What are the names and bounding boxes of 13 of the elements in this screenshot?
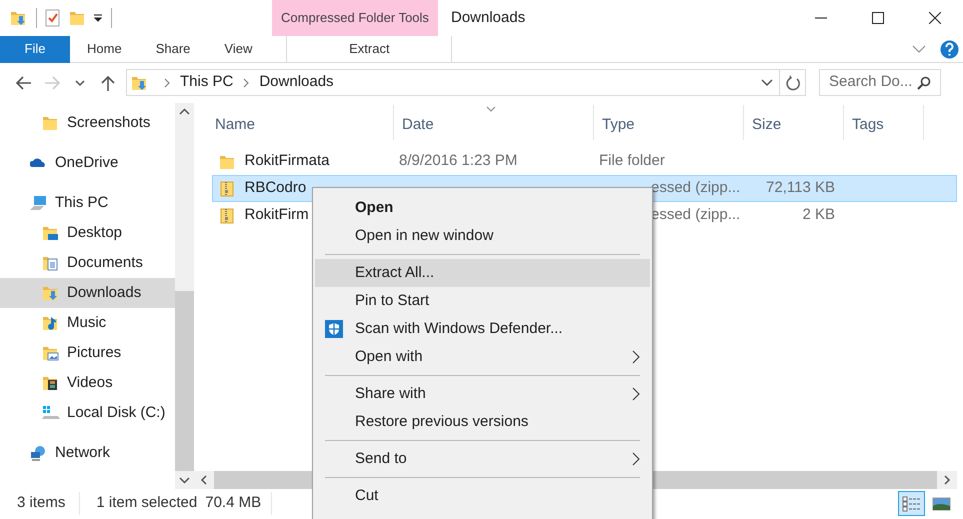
file-name: RokitFirmata (244, 151, 330, 172)
file-name: RBCodro (244, 178, 306, 198)
type-cell: essed (zipp... (651, 179, 740, 196)
type-cell: File folder (599, 152, 665, 170)
date-cell: 8/9/2016 1:23 PM (399, 152, 518, 170)
file-name: RokitFirm (244, 205, 309, 226)
selection-count: 1 item selected (95, 493, 198, 514)
size-cell: 2 KB (802, 206, 835, 224)
size-cell: 72,113 KB (766, 179, 835, 196)
window-title: Downloads (450, 8, 526, 28)
context-tab-group-label: Compressed Folder Tools (272, 0, 438, 36)
selection-size: 70.4 MB (197, 492, 272, 515)
item-count: 3 items (0, 492, 80, 515)
